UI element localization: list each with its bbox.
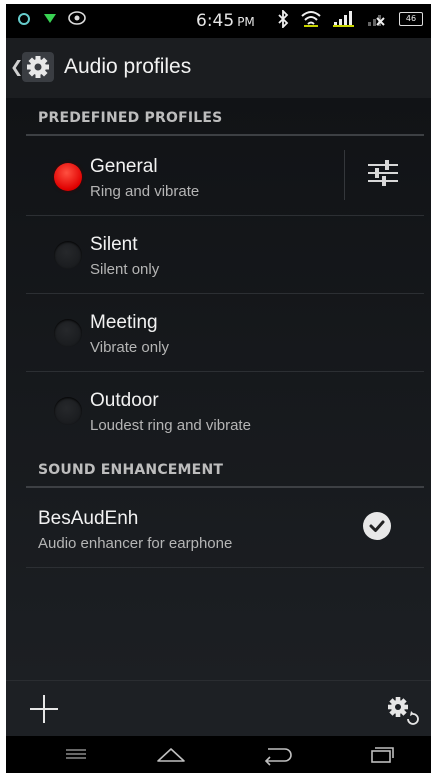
system-icons: 46: [277, 10, 423, 28]
home-icon: [157, 748, 185, 762]
action-bar: ❮ Audio profiles: [6, 38, 431, 98]
battery-level: 46: [405, 14, 417, 23]
navigation-bar: [6, 736, 431, 773]
usb-icon: [68, 11, 86, 25]
section-title: PREDEFINED PROFILES: [38, 110, 223, 126]
phone-screen: 6:45 PM 46 ❮ Audio profiles PREDEFINED P…: [6, 4, 431, 773]
audio-profiles-list: PREDEFINED PROFILES General Ring and vib…: [6, 98, 431, 680]
equalizer-sliders-icon: [368, 160, 398, 186]
recent-apps-icon: [371, 747, 394, 763]
section-title: SOUND ENHANCEMENT: [38, 462, 224, 478]
sound-enhancement-row[interactable]: BesAudEnh Audio enhancer for earphone: [26, 490, 424, 568]
profile-radio[interactable]: [54, 397, 82, 425]
reset-settings-button[interactable]: [382, 691, 422, 729]
back-icon: [264, 748, 292, 766]
plus-icon: [30, 695, 58, 723]
signal-icon: [333, 11, 354, 27]
back-button[interactable]: [256, 740, 296, 768]
row-divider: [344, 150, 345, 200]
profile-row-silent[interactable]: Silent Silent only: [26, 216, 424, 294]
enhancement-title: BesAudEnh: [38, 508, 139, 529]
profile-settings-button[interactable]: [358, 148, 408, 198]
profile-row-general[interactable]: General Ring and vibrate: [26, 138, 424, 216]
bluetooth-icon: [278, 10, 289, 28]
profile-radio[interactable]: [54, 319, 82, 347]
home-button[interactable]: [151, 740, 191, 768]
clock-ampm: PM: [237, 15, 255, 29]
recent-apps-button[interactable]: [361, 740, 401, 768]
enhancement-subtitle: Audio enhancer for earphone: [38, 535, 233, 552]
menu-icon: [66, 749, 86, 759]
profile-title: General: [90, 156, 158, 177]
profile-radio-selected[interactable]: [54, 163, 82, 191]
profile-radio[interactable]: [54, 241, 82, 269]
notification-icons: [16, 10, 86, 26]
headset-icon: [18, 13, 30, 25]
settings-gear-icon[interactable]: [22, 52, 54, 82]
predefined-profiles-header: PREDEFINED PROFILES: [26, 98, 424, 136]
clock-time: 6:45: [196, 11, 235, 31]
sound-enhancement-header: SOUND ENHANCEMENT: [26, 450, 424, 488]
download-icon: [44, 14, 56, 23]
clock: 6:45 PM: [196, 11, 255, 31]
status-bar: 6:45 PM 46: [6, 4, 431, 38]
enhancement-checkbox[interactable]: [363, 512, 391, 540]
profile-subtitle: Vibrate only: [90, 339, 169, 356]
profile-title: Meeting: [90, 312, 158, 333]
menu-button[interactable]: [56, 740, 96, 768]
bottom-action-bar: [6, 680, 431, 736]
wifi-icon: [301, 11, 321, 27]
gear-reset-icon: [388, 697, 419, 725]
profile-row-outdoor[interactable]: Outdoor Loudest ring and vibrate: [26, 372, 424, 450]
checkmark-icon: [369, 520, 385, 532]
add-profile-button[interactable]: [26, 691, 62, 727]
profile-subtitle: Ring and vibrate: [90, 183, 200, 200]
battery-icon: 46: [399, 12, 423, 26]
profile-row-meeting[interactable]: Meeting Vibrate only: [26, 294, 424, 372]
profile-subtitle: Loudest ring and vibrate: [90, 417, 251, 434]
signal-no-sim-icon: [368, 15, 385, 26]
page-title: Audio profiles: [64, 55, 192, 78]
profile-title: Silent: [90, 234, 138, 255]
profile-title: Outdoor: [90, 390, 159, 411]
profile-subtitle: Silent only: [90, 261, 160, 278]
